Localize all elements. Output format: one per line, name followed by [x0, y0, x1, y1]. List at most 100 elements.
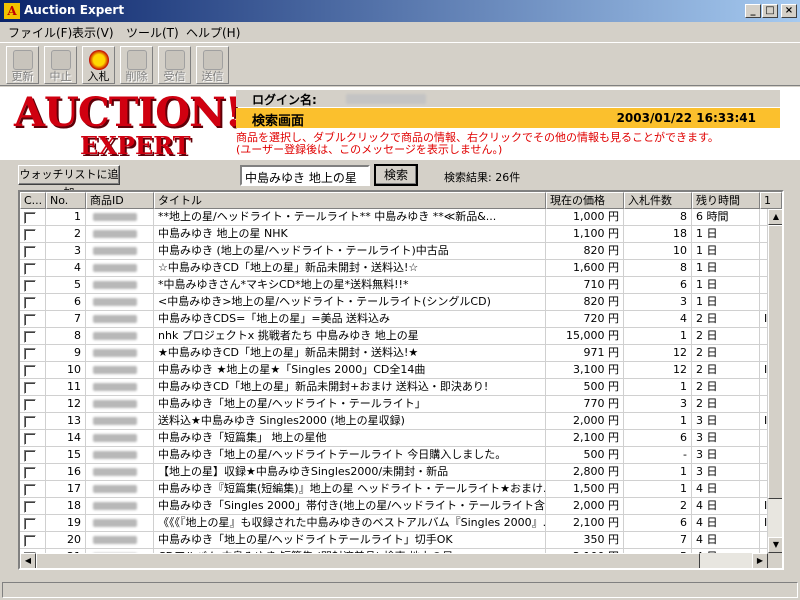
- vertical-scrollbar[interactable]: ▲ ▼: [768, 209, 782, 553]
- receive-button[interactable]: 受信: [158, 46, 191, 84]
- scroll-up-arrow-icon[interactable]: ▲: [768, 209, 782, 225]
- table-row[interactable]: 13 送料込★中島みゆき Singles2000 (地上の星収録) 2,000 円1…: [20, 413, 768, 430]
- screen-name: 検索画面: [252, 114, 305, 129]
- row-checkbox[interactable]: [24, 433, 36, 445]
- table-row[interactable]: 5 *中島みゆきさん*マキシCD*地上の星*送料無料!!* 710 円61 日: [20, 277, 768, 294]
- close-button[interactable]: ×: [781, 4, 797, 18]
- table-row[interactable]: 18 中島みゆき「Singles 2000」帯付き(地上の星/ヘッドライト・テール…: [20, 498, 768, 515]
- cell-check: [20, 294, 46, 311]
- cell-title: 中島みゆき「Singles 2000」帯付き(地上の星/ヘッドライト・テールライ…: [154, 498, 546, 515]
- item-id-redacted: [93, 213, 137, 221]
- column-header-title[interactable]: タイトル: [154, 192, 546, 209]
- column-header-extra[interactable]: 1: [760, 192, 782, 209]
- table-row[interactable]: 12 中島みゆき「地上の星/ヘッドライト・テールライト」 770 円32 日: [20, 396, 768, 413]
- table-row[interactable]: 6 <中島みゆき>地上の星/ヘッドライト・テールライト(シングルCD) 820 円3…: [20, 294, 768, 311]
- row-checkbox[interactable]: [24, 365, 36, 377]
- refresh-button[interactable]: 更新: [6, 46, 39, 84]
- bid-button[interactable]: 入札: [82, 46, 115, 84]
- row-checkbox[interactable]: [24, 297, 36, 309]
- cell-price: 770 円: [546, 396, 624, 413]
- row-checkbox[interactable]: [24, 229, 36, 241]
- row-checkbox[interactable]: [24, 348, 36, 360]
- cell-no: 6: [46, 294, 86, 311]
- row-checkbox[interactable]: [24, 467, 36, 479]
- table-row[interactable]: 20 中島みゆき「地上の星/ヘッドライトテールライト」切手OK 350 円74 日: [20, 532, 768, 549]
- add-to-watchlist-button[interactable]: ウォッチリストに追加: [18, 165, 120, 199]
- menu-tools[interactable]: ツール(T): [126, 24, 179, 41]
- table-row[interactable]: 19 《《《『地上の星』も収録された中島みゆきのベストアルバム『Singles 2…: [20, 515, 768, 532]
- cell-bids: -: [624, 447, 692, 464]
- cell-item-id: [86, 379, 154, 396]
- cell-check: [20, 243, 46, 260]
- table-row[interactable]: 4 ☆中島みゆきCD「地上の星」新品未開封・送料込!☆ 1,600 円81 日: [20, 260, 768, 277]
- table-row[interactable]: 8 nhk プロジェクトx 挑戦者たち 中島みゆき 地上の星 15,000 円12 …: [20, 328, 768, 345]
- column-header-time-left[interactable]: 残り時間: [692, 192, 760, 209]
- table-row[interactable]: 15 中島みゆき「地上の星/ヘッドライトテールライト 今日購入しました。 500 円…: [20, 447, 768, 464]
- cell-price: 720 円: [546, 311, 624, 328]
- row-checkbox[interactable]: [24, 399, 36, 411]
- row-checkbox[interactable]: [24, 280, 36, 292]
- search-input[interactable]: 中島みゆき 地上の星: [240, 165, 370, 186]
- search-button[interactable]: 検索: [374, 164, 418, 186]
- table-row[interactable]: 2 中島みゆき 地上の星 NHK 1,100 円 18 1 日: [20, 226, 768, 243]
- status-bar: [2, 582, 798, 598]
- delete-button[interactable]: 削除: [120, 46, 153, 84]
- row-checkbox[interactable]: [24, 450, 36, 462]
- cell-no: 4: [46, 260, 86, 277]
- scroll-right-arrow-icon[interactable]: ▶: [752, 553, 768, 568]
- column-header-check[interactable]: C...: [20, 192, 46, 209]
- minimize-button[interactable]: _: [745, 4, 761, 18]
- row-checkbox[interactable]: [24, 263, 36, 275]
- cell-check: [20, 413, 46, 430]
- row-checkbox[interactable]: [24, 535, 36, 547]
- horizontal-scroll-thumb[interactable]: [36, 553, 700, 568]
- cell-time-left: 2 日: [692, 328, 760, 345]
- menu-file[interactable]: ファイル(F): [8, 24, 72, 41]
- table-row[interactable]: 16 【地上の星】収録★中島みゆきSingles2000/未開封・新品 2,800 …: [20, 464, 768, 481]
- column-header-bids[interactable]: 入札件数: [624, 192, 692, 209]
- row-checkbox[interactable]: [24, 314, 36, 326]
- cell-extra: [760, 277, 768, 294]
- vertical-scroll-thumb[interactable]: [768, 225, 782, 499]
- app-window: A Auction Expert _ □ × ファイル(F) 表示(V) ツール…: [0, 0, 800, 600]
- table-row[interactable]: 7 中島みゆきCDS=「地上の星」=美品 送料込み 720 円42 日I: [20, 311, 768, 328]
- row-checkbox[interactable]: [24, 246, 36, 258]
- title-bar[interactable]: A Auction Expert _ □ ×: [0, 0, 800, 22]
- cell-check: [20, 464, 46, 481]
- bid-coin-icon: [88, 50, 109, 70]
- cell-title: *中島みゆきさん*マキシCD*地上の星*送料無料!!*: [154, 277, 546, 294]
- item-id-redacted: [93, 383, 137, 391]
- table-row[interactable]: 14 中島みゆき「短篇集」 地上の星他 2,100 円63 日: [20, 430, 768, 447]
- table-row[interactable]: 1 **地上の星/ヘッドライト・テールライト** 中島みゆき **≪新品&... 1…: [20, 209, 768, 226]
- cell-time-left: 2 日: [692, 396, 760, 413]
- stop-button[interactable]: 中止: [44, 46, 77, 84]
- scroll-down-arrow-icon[interactable]: ▼: [768, 537, 782, 553]
- row-checkbox[interactable]: [24, 331, 36, 343]
- app-icon[interactable]: A: [4, 3, 20, 19]
- table-row[interactable]: 11 中島みゆきCD「地上の星」新品未開封+おまけ 送料込・即決あり! 500 円1…: [20, 379, 768, 396]
- scroll-left-arrow-icon[interactable]: ◀: [20, 553, 36, 568]
- cell-title: 送料込★中島みゆき Singles2000 (地上の星収録): [154, 413, 546, 430]
- table-row[interactable]: 10 中島みゆき ★地上の星★「Singles 2000」CD全14曲 3,100 …: [20, 362, 768, 379]
- horizontal-scrollbar[interactable]: ◀ ▶: [20, 553, 768, 568]
- row-checkbox[interactable]: [24, 484, 36, 496]
- row-checkbox[interactable]: [24, 416, 36, 428]
- menu-view[interactable]: 表示(V): [72, 24, 114, 41]
- table-row[interactable]: 9 ★中島みゆきCD「地上の星」新品未開封・送料込!★ 971 円 12 2 日: [20, 345, 768, 362]
- column-header-price[interactable]: 現在の価格: [546, 192, 624, 209]
- table-row[interactable]: 3 中島みゆき (地上の星/ヘッドライト・テールライト)中古品 820 円 10 1 日: [20, 243, 768, 260]
- cell-item-id: [86, 515, 154, 532]
- item-id-redacted: [93, 349, 137, 357]
- table-row[interactable]: 17 中島みゆき『短篇集(短編集)』地上の星 ヘッドライト・テールライト★おまけ.…: [20, 481, 768, 498]
- row-checkbox[interactable]: [24, 518, 36, 530]
- column-header-item-id[interactable]: 商品ID: [86, 192, 154, 209]
- row-checkbox[interactable]: [24, 501, 36, 513]
- row-checkbox[interactable]: [24, 212, 36, 224]
- item-id-redacted: [93, 468, 137, 476]
- send-label: 送信: [201, 70, 224, 83]
- menu-help[interactable]: ヘルプ(H): [186, 24, 240, 41]
- maximize-button[interactable]: □: [762, 4, 778, 18]
- send-button[interactable]: 送信: [196, 46, 229, 84]
- column-header-no[interactable]: No.: [46, 192, 86, 209]
- row-checkbox[interactable]: [24, 382, 36, 394]
